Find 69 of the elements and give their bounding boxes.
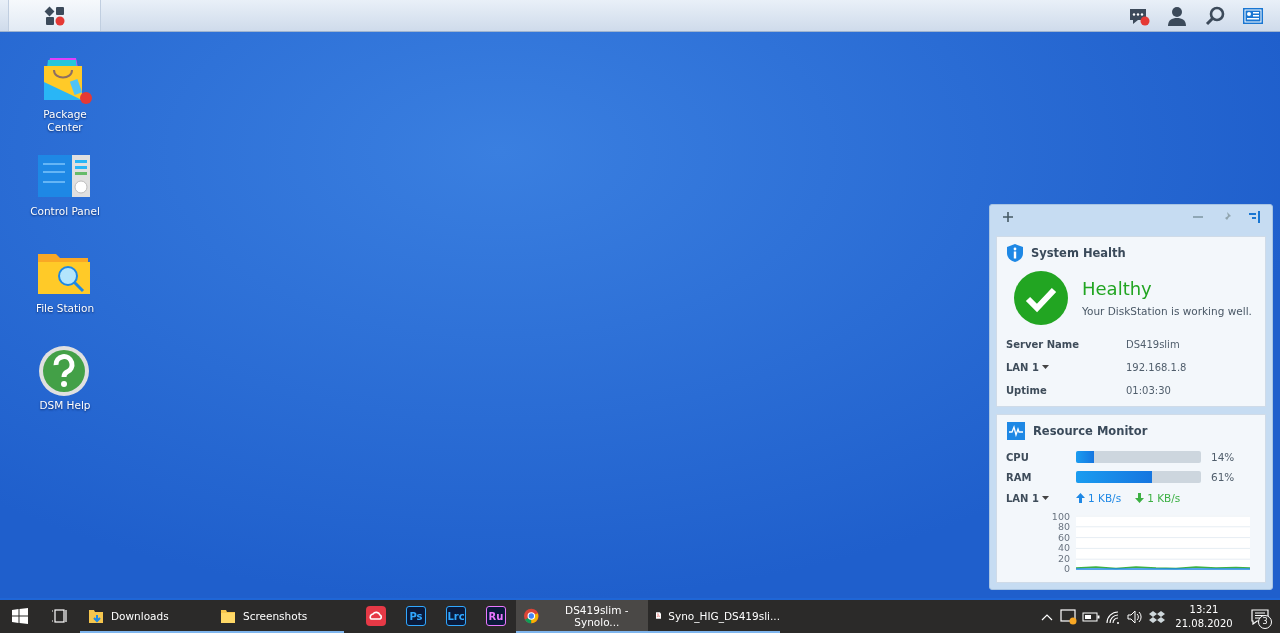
card-title: System Health — [1031, 245, 1126, 260]
upload-rate: 1 KB/s — [1088, 492, 1122, 504]
taskbar-app-button[interactable]: Lrc — [436, 600, 476, 633]
taskbar-app-button[interactable]: Ps — [396, 600, 436, 633]
app-logo: Ru — [486, 605, 506, 626]
action-center-button[interactable]: 3 — [1240, 600, 1280, 633]
health-message: Your DiskStation is working well. — [1082, 305, 1252, 318]
taskbar-item[interactable]: DS419slim - Synolo... — [516, 600, 648, 633]
interface-dropdown[interactable]: LAN 1 — [1006, 361, 1049, 373]
desktop-shortcut[interactable]: DSM Help — [0, 343, 130, 436]
field-value: 01:03:30 — [1126, 383, 1172, 398]
axis-tick-label: 100 — [1051, 512, 1070, 522]
field-label: Server Name — [1006, 338, 1079, 350]
app-logo: Ps — [406, 605, 426, 626]
axis-tick-label: 0 — [1063, 563, 1070, 574]
message-icon — [1251, 608, 1269, 625]
health-status: Healthy — [1082, 278, 1153, 300]
browser-logo-icon — [524, 607, 539, 624]
taskbar-item[interactable]: Screenshots — [212, 600, 344, 633]
folder-icon — [220, 607, 236, 624]
caret-down-icon — [1041, 365, 1049, 370]
plus-icon — [1002, 210, 1014, 223]
taskbar-app-button[interactable]: Ru — [476, 600, 516, 633]
field-value: DS419slim — [1126, 337, 1181, 352]
pulse-icon — [1006, 421, 1026, 441]
taskbar-item[interactable]: Downloads — [80, 600, 212, 633]
person-icon — [1167, 5, 1187, 26]
axis-tick-label: 40 — [1057, 543, 1070, 554]
notification-count: 3 — [1258, 615, 1272, 629]
speaker-icon — [1127, 609, 1143, 624]
box-icon — [1149, 609, 1165, 624]
add-button[interactable] — [1001, 209, 1015, 224]
axis-tick-label: 60 — [1057, 532, 1070, 543]
desktop-shortcut[interactable]: Package Center — [0, 52, 130, 145]
info-shield-icon — [1006, 242, 1024, 263]
taskbar-item[interactable]: Syno_HIG_DS419sli... — [648, 600, 780, 633]
search-icon — [1205, 5, 1225, 26]
field-value: 192.168.1.8 — [1126, 360, 1188, 375]
creative-cloud-icon — [366, 605, 386, 626]
folder-download-icon — [88, 607, 104, 624]
caret-down-icon — [1041, 496, 1049, 500]
battery-icon — [1082, 611, 1100, 622]
task-view-icon — [52, 607, 68, 624]
grid-icon — [43, 4, 66, 27]
field-label: Uptime — [1006, 384, 1047, 396]
main-menu-button[interactable] — [8, 0, 101, 31]
check-circle-icon — [1014, 270, 1068, 325]
chevron-up-icon — [1041, 612, 1053, 621]
app-logo: Lrc — [446, 605, 466, 626]
clock-button[interactable]: 13:21 21.08.2020 — [1168, 600, 1240, 633]
meter-label: RAM — [1006, 471, 1033, 483]
arrow-down-icon — [1135, 493, 1145, 503]
dock-button[interactable] — [1247, 209, 1261, 224]
wifi-icon — [1105, 609, 1121, 624]
interface-dropdown[interactable]: LAN 1 — [1006, 492, 1076, 504]
axis-tick-label: 80 — [1057, 522, 1070, 533]
arrow-up-icon — [1076, 493, 1085, 503]
screen-badge-icon — [1060, 608, 1078, 625]
desktop-shortcut[interactable]: Control Panel — [0, 149, 130, 242]
sidebar-icon — [1248, 210, 1260, 223]
windows-logo-icon — [12, 607, 28, 624]
meter-reading: 61% — [1211, 471, 1235, 483]
card-title: Resource Monitor — [1033, 424, 1148, 438]
axis-tick-label: 20 — [1057, 553, 1070, 564]
meter-reading: 14% — [1211, 451, 1235, 463]
download-rate: 1 KB/s — [1147, 492, 1181, 504]
desktop-shortcut[interactable]: File Station — [0, 246, 130, 339]
meter-label: CPU — [1006, 451, 1030, 463]
id-card-icon — [1242, 6, 1264, 25]
